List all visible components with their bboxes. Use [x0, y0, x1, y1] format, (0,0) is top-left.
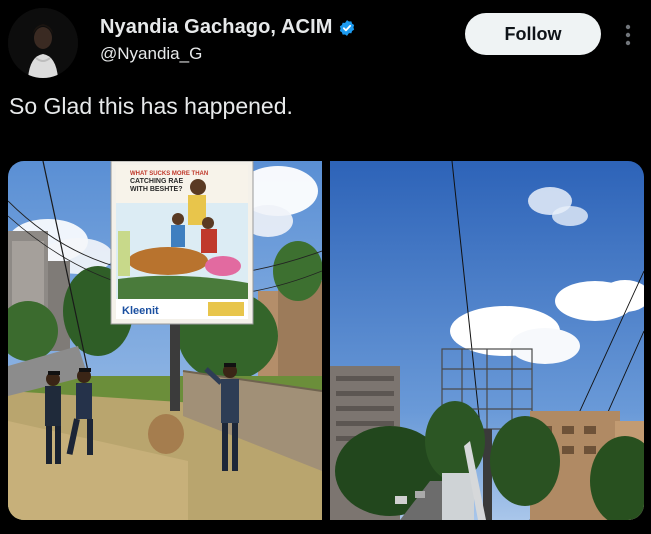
verified-badge-icon — [339, 19, 354, 36]
media-photo-1[interactable]: WHAT SUCKS MORE THAN CATCHING RAE WITH B… — [8, 161, 322, 520]
tweet-header: Nyandia Gachago, ACIM @Nyandia_G Follow — [0, 0, 651, 80]
more-vertical-icon[interactable] — [622, 22, 634, 48]
author-avatar[interactable] — [8, 8, 78, 78]
media-photo-2[interactable] — [330, 161, 644, 520]
svg-text:CATCHING RAE: CATCHING RAE — [130, 178, 183, 185]
svg-text:WITH BESHTE?: WITH BESHTE? — [130, 186, 183, 193]
follow-button[interactable]: Follow — [465, 13, 601, 55]
person-avatar-icon — [8, 8, 78, 78]
empty-billboard-frame-photo — [330, 161, 644, 520]
tweet-text: So Glad this has happened. — [9, 93, 293, 119]
author-display-name[interactable]: Nyandia Gachago, ACIM — [100, 16, 333, 39]
svg-text:Kleenit: Kleenit — [122, 305, 159, 317]
author-handle[interactable]: @Nyandia_G — [100, 44, 202, 64]
svg-text:WHAT SUCKS MORE THAN: WHAT SUCKS MORE THAN — [130, 171, 208, 177]
billboard-officers-photo: WHAT SUCKS MORE THAN CATCHING RAE WITH B… — [8, 161, 322, 520]
author-name-row: Nyandia Gachago, ACIM — [100, 16, 356, 39]
tweet-media: WHAT SUCKS MORE THAN CATCHING RAE WITH B… — [8, 161, 644, 520]
